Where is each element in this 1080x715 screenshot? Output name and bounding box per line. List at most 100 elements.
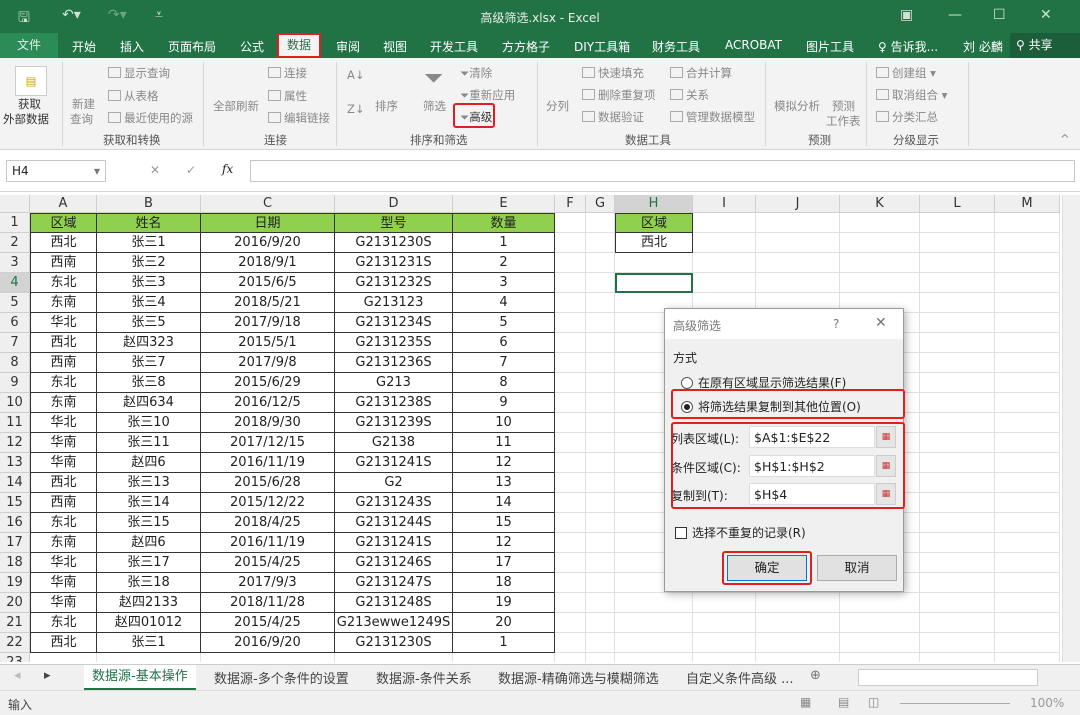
cell[interactable] (756, 213, 840, 233)
table-cell[interactable]: G2131230S (335, 633, 453, 653)
cell[interactable] (920, 613, 995, 633)
table-cell[interactable]: 17 (453, 553, 555, 573)
cell[interactable] (615, 613, 693, 633)
table-cell[interactable]: 12 (453, 533, 555, 553)
sort-za-icon[interactable]: Z↓ (347, 102, 365, 116)
cell[interactable] (995, 293, 1060, 313)
cell[interactable] (693, 653, 756, 662)
cell[interactable] (756, 233, 840, 253)
table-cell[interactable]: 赵四2133 (97, 593, 201, 613)
table-cell[interactable]: G2131230S (335, 233, 453, 253)
table-cell[interactable]: 华南 (30, 453, 97, 473)
filter-button[interactable]: 筛选 (423, 98, 446, 114)
table-header-cell[interactable]: 区域 (30, 213, 97, 233)
table-header-cell[interactable]: 姓名 (97, 213, 201, 233)
table-cell[interactable]: 1 (453, 233, 555, 253)
cell[interactable] (555, 353, 586, 373)
cell[interactable] (920, 433, 995, 453)
cell[interactable] (840, 633, 920, 653)
row-header[interactable]: 23 (0, 653, 30, 662)
cell[interactable] (920, 293, 995, 313)
table-cell[interactable]: G2131243S (335, 493, 453, 513)
row-header[interactable]: 22 (0, 633, 30, 653)
table-cell[interactable]: 2016/9/20 (201, 233, 335, 253)
cell[interactable] (586, 573, 615, 593)
cancel-icon[interactable]: ✕ (150, 163, 160, 177)
column-header-L[interactable]: L (920, 195, 995, 213)
table-cell[interactable]: 西南 (30, 253, 97, 273)
table-cell[interactable]: 20 (453, 613, 555, 633)
table-cell[interactable]: 张三1 (97, 633, 201, 653)
cell[interactable] (920, 573, 995, 593)
cell[interactable] (920, 353, 995, 373)
table-cell[interactable]: 2018/9/30 (201, 413, 335, 433)
table-cell[interactable]: 东南 (30, 533, 97, 553)
recent-sources-button[interactable]: 最近使用的源 (108, 110, 193, 126)
group-button[interactable]: 创建组 ▾ (876, 65, 936, 81)
cell[interactable] (453, 653, 555, 662)
cell[interactable] (693, 233, 756, 253)
cell[interactable] (756, 613, 840, 633)
cell[interactable] (555, 333, 586, 353)
cell[interactable] (201, 653, 335, 662)
table-cell[interactable]: 张三18 (97, 573, 201, 593)
column-header-H[interactable]: H (615, 195, 693, 213)
table-cell[interactable]: 东北 (30, 273, 97, 293)
cell[interactable] (920, 273, 995, 293)
table-cell[interactable]: 张三8 (97, 373, 201, 393)
row-header[interactable]: 12 (0, 433, 30, 453)
cell[interactable] (586, 313, 615, 333)
table-cell[interactable]: 东北 (30, 513, 97, 533)
cell[interactable] (920, 513, 995, 533)
cell[interactable] (995, 573, 1060, 593)
table-cell[interactable]: G2138 (335, 433, 453, 453)
cell[interactable] (586, 233, 615, 253)
row-header[interactable]: 16 (0, 513, 30, 533)
cell[interactable] (586, 453, 615, 473)
table-cell[interactable]: 西北 (30, 633, 97, 653)
row-header[interactable]: 9 (0, 373, 30, 393)
table-cell[interactable]: 2018/11/28 (201, 593, 335, 613)
cell[interactable] (586, 493, 615, 513)
table-cell[interactable]: 12 (453, 453, 555, 473)
cell[interactable] (586, 553, 615, 573)
table-cell[interactable]: 15 (453, 513, 555, 533)
column-header-M[interactable]: M (995, 195, 1060, 213)
name-box[interactable]: H4 ▾ (6, 160, 106, 182)
new-query-label-2[interactable]: 查询 (70, 111, 93, 127)
table-cell[interactable]: 2016/11/19 (201, 533, 335, 553)
column-header-G[interactable]: G (586, 195, 615, 213)
tab-diy[interactable]: DIY工具箱 (574, 38, 630, 55)
cell[interactable] (586, 433, 615, 453)
column-header-E[interactable]: E (453, 195, 555, 213)
table-cell[interactable]: 2015/4/25 (201, 613, 335, 633)
table-cell[interactable]: 西北 (30, 473, 97, 493)
manage-data-model-button[interactable]: 管理数据模型 (670, 109, 755, 125)
criteria-value-cell[interactable]: 西北 (615, 233, 693, 253)
cell[interactable] (555, 593, 586, 613)
normal-view-icon[interactable]: ▦ (800, 695, 811, 709)
table-cell[interactable]: G2131232S (335, 273, 453, 293)
table-cell[interactable]: 1 (453, 633, 555, 653)
cell[interactable] (995, 593, 1060, 613)
cell[interactable] (555, 253, 586, 273)
sort-button[interactable]: 排序 (375, 98, 398, 114)
table-cell[interactable]: 西北 (30, 333, 97, 353)
cell[interactable] (920, 493, 995, 513)
maximize-button[interactable]: ☐ (993, 7, 1006, 23)
cell[interactable] (586, 653, 615, 662)
cell[interactable] (555, 533, 586, 553)
table-cell[interactable]: 2017/9/18 (201, 313, 335, 333)
cell[interactable] (555, 553, 586, 573)
tell-me[interactable]: ♀ 告诉我... (878, 38, 938, 55)
cell[interactable] (555, 653, 586, 662)
collapse-ribbon-icon[interactable]: ^ (1060, 132, 1070, 146)
cell[interactable] (920, 233, 995, 253)
row-header[interactable]: 14 (0, 473, 30, 493)
cell[interactable] (995, 633, 1060, 653)
cell[interactable] (555, 293, 586, 313)
cell[interactable] (995, 233, 1060, 253)
row-header[interactable]: 21 (0, 613, 30, 633)
table-cell[interactable]: 2016/9/20 (201, 633, 335, 653)
table-cell[interactable]: 2015/6/28 (201, 473, 335, 493)
